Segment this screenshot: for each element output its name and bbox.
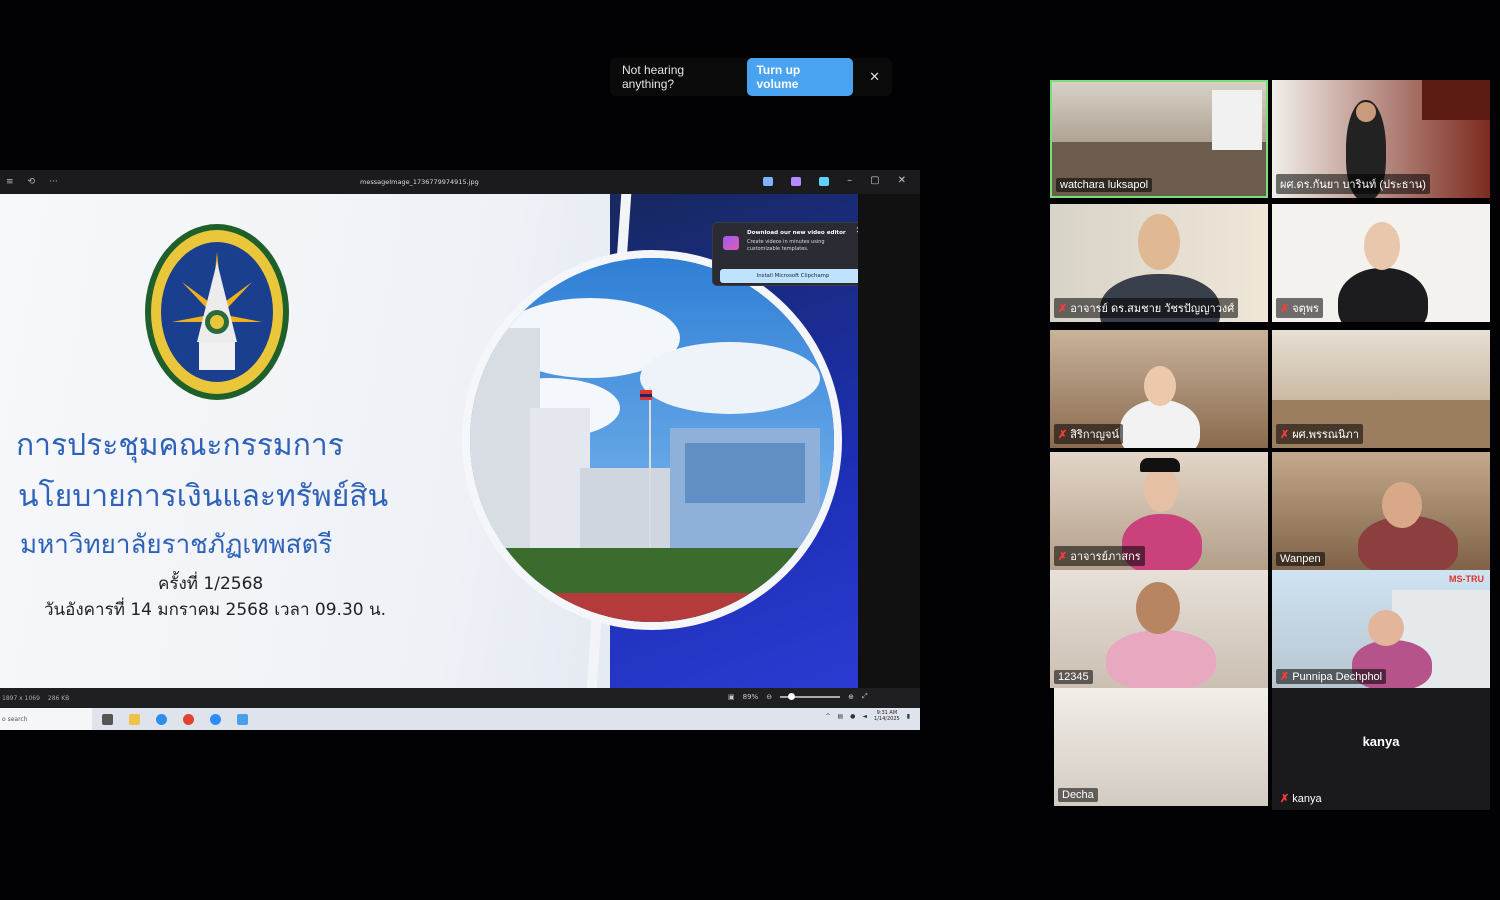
edge-icon[interactable] [156, 713, 167, 725]
close-icon[interactable]: ✕ [855, 226, 858, 236]
zoom-slider[interactable] [780, 692, 841, 700]
participant-name: สิริกาญจน์ [1070, 429, 1120, 441]
participant-tile[interactable]: watchara luksapol [1050, 80, 1268, 198]
windows-taskbar: o search ^ ▤ ● ◄ 9:31 AM 1/14/2025 ▮ [0, 708, 920, 730]
more-icon[interactable]: ··· [49, 177, 58, 187]
microphone-icon[interactable]: ● [850, 713, 855, 720]
minimize-button[interactable]: – [847, 175, 852, 186]
maximize-button[interactable]: ▢ [870, 175, 879, 186]
participant-gallery: watchara luksapol ผศ.ดร.กันยา บารินท์ (ป… [1050, 80, 1496, 810]
participant-name: Decha [1062, 789, 1094, 801]
participant-name: จตุพร [1292, 303, 1319, 315]
zoom-in-icon[interactable]: ⊕ [848, 693, 854, 701]
mic-muted-icon: ✗ [1280, 793, 1290, 805]
participant-name: ผศ.ดร.กันยา บารินท์ (ประธาน) [1280, 179, 1426, 191]
participant-tile[interactable]: ผศ.ดร.กันยา บารินท์ (ประธาน) [1272, 80, 1490, 198]
photos-app-icon[interactable] [237, 713, 248, 725]
participant-name: อาจารย์ภาสกร [1070, 551, 1141, 563]
participant-tile[interactable]: ✗ สิริกาญจน์ [1050, 330, 1268, 448]
mic-muted-icon: ✗ [1280, 671, 1290, 683]
mic-muted-icon: ✗ [1280, 302, 1290, 315]
speaker-icon[interactable]: ◄ [862, 713, 867, 720]
meeting-datetime: วันอังคารที่ 14 มกราคม 2568 เวลา 09.30 น… [44, 600, 387, 620]
participant-tile[interactable]: 12345 [1050, 570, 1268, 688]
menu-icon[interactable]: ≡ [6, 177, 14, 187]
fullscreen-icon[interactable]: ⤢ [862, 692, 868, 701]
taskbar-clock[interactable]: 9:31 AM 1/14/2025 [874, 710, 900, 723]
mic-muted-icon: ✗ [1058, 550, 1068, 563]
participant-name: watchara luksapol [1060, 179, 1149, 191]
slide-title-line3: มหาวิทยาลัยราชภัฏเทพสตรี [20, 530, 333, 560]
close-icon[interactable]: ✕ [869, 70, 880, 85]
participant-name: 12345 [1058, 671, 1089, 683]
university-seal-logo [145, 224, 289, 400]
participant-tile[interactable]: ✗ อาจารย์ภาสกร [1050, 452, 1268, 570]
slide-title-line2: นโยบายการเงินและทรัพย์สิน [18, 479, 389, 514]
shared-screen: ≡ ⟲ ··· messageImage_1736779974915.jpg –… [0, 170, 920, 730]
task-view-icon[interactable] [102, 713, 113, 725]
clipchamp-icon[interactable] [791, 177, 802, 186]
notifications-icon[interactable]: ▮ [907, 713, 910, 720]
zoom-app-icon[interactable] [210, 713, 221, 725]
clipchamp-popup: Download our new video editor Create vid… [712, 222, 858, 286]
participant-name: ผศ.พรรณนิภา [1292, 429, 1359, 441]
slide-image: การประชุมคณะกรรมการ นโยบายการเงินและทรัพ… [0, 194, 858, 688]
meeting-session: ครั้งที่ 1/2568 [158, 574, 264, 594]
participant-name: อาจารย์ ดร.สมชาย วัชรปัญญาวงศ์ [1070, 303, 1235, 315]
notice-text: Not hearing anything? [622, 63, 685, 91]
close-window-button[interactable]: ✕ [898, 175, 906, 186]
participant-tile[interactable]: MS-TRU ✗ Punnipa Dechphol [1272, 570, 1490, 688]
edit-icon[interactable] [763, 177, 774, 186]
cloud-icon[interactable] [819, 177, 830, 186]
popup-title: Download our new video editor [747, 230, 846, 236]
zoom-level[interactable]: 89% [743, 693, 759, 701]
mic-muted-icon: ✗ [1058, 428, 1068, 441]
turn-up-volume-button[interactable]: Turn up volume [747, 58, 854, 96]
fit-icon[interactable]: ▣ [728, 693, 735, 701]
ms-tru-label: MS-TRU [1449, 574, 1484, 584]
share-icon[interactable]: ⟲ [28, 177, 36, 187]
file-name: messageImage_1736779974915.jpg [360, 178, 479, 186]
zoom-out-icon[interactable]: ⊖ [766, 693, 772, 701]
file-explorer-icon[interactable] [129, 713, 140, 725]
campus-building-photo [462, 250, 842, 630]
chrome-icon[interactable] [183, 713, 194, 725]
participant-center-name: kanya [1362, 734, 1400, 749]
participant-name: Punnipa Dechphol [1292, 670, 1383, 683]
slide-title-line1: การประชุมคณะกรรมการ [16, 428, 344, 463]
screen: Not hearing anything? Turn up volume ✕ ≡… [0, 0, 1500, 900]
participant-name: Wanpen [1280, 553, 1321, 565]
participant-tile[interactable]: Decha [1054, 688, 1268, 806]
taskbar-search[interactable]: o search [0, 708, 92, 730]
participant-tile[interactable]: kanya ✗ kanya [1272, 688, 1490, 810]
clock-date: 1/14/2025 [874, 715, 900, 722]
participant-tile[interactable]: Wanpen [1272, 452, 1490, 570]
participant-name: kanya [1292, 792, 1322, 805]
viewer-statusbar: 1897 x 1069 286 KB ▣ 89% ⊖ ⊕ ⤢ [0, 688, 920, 708]
chevron-up-icon[interactable]: ^ [825, 713, 830, 720]
clipchamp-icon [723, 236, 739, 250]
participant-tile[interactable]: ✗ อาจารย์ ดร.สมชาย วัชรปัญญาวงศ์ [1050, 204, 1268, 322]
popup-description: Create videos in minutes using customiza… [747, 239, 825, 252]
participant-tile[interactable]: ✗ ผศ.พรรณนิภา [1272, 330, 1490, 448]
audio-notice: Not hearing anything? Turn up volume ✕ [610, 58, 892, 96]
network-icon[interactable]: ▤ [838, 713, 844, 720]
image-dimensions: 1897 x 1069 [2, 694, 40, 702]
install-clipchamp-button[interactable]: Install Microsoft Clipchamp [720, 269, 858, 283]
participant-tile[interactable]: ✗ จตุพร [1272, 204, 1490, 322]
mic-muted-icon: ✗ [1280, 428, 1290, 441]
viewer-titlebar: ≡ ⟲ ··· messageImage_1736779974915.jpg –… [0, 170, 920, 194]
mic-muted-icon: ✗ [1058, 302, 1068, 315]
file-size: 286 KB [47, 694, 70, 702]
